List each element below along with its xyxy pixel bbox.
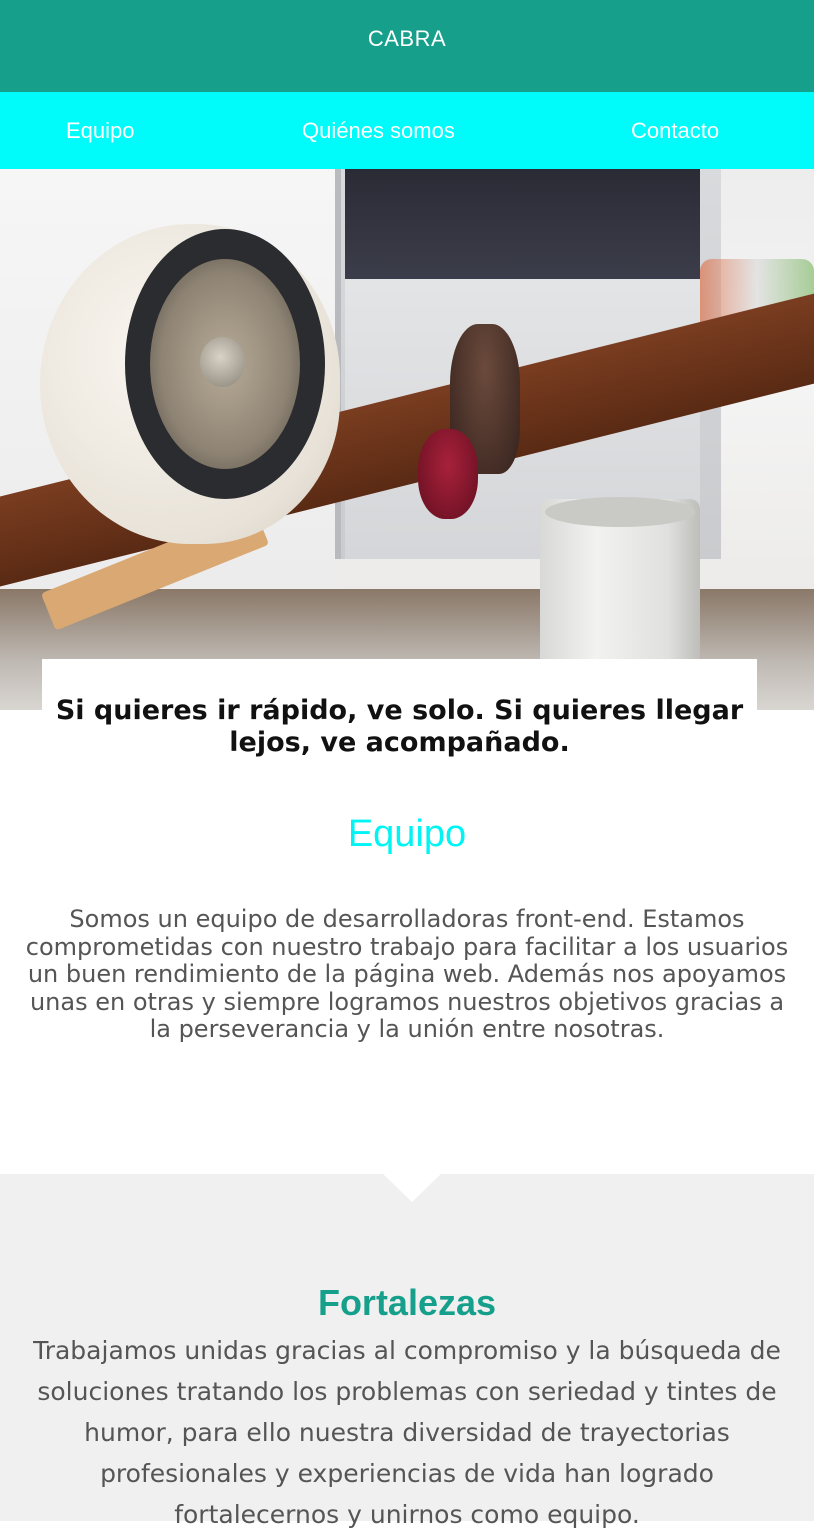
hero-monitor-screen [345, 169, 700, 279]
nav-link-quienes-somos[interactable]: Quiénes somos [302, 92, 455, 169]
hero-mug-rim [545, 497, 695, 527]
equipo-description: Somos un equipo de desarrolladoras front… [25, 905, 789, 1043]
fortalezas-heading: Fortalezas [317, 1282, 497, 1323]
main-nav: Equipo Quiénes somos Contacto [0, 92, 814, 169]
hero-image [0, 169, 814, 710]
nav-link-contacto[interactable]: Contacto [631, 92, 719, 169]
section-notch [383, 1174, 441, 1202]
equipo-heading: Equipo [347, 813, 467, 855]
fortalezas-description: Trabajamos unidas gracias al compromiso … [33, 1336, 781, 1529]
nav-link-equipo[interactable]: Equipo [66, 92, 135, 169]
hero-quote: Si quieres ir rápido, ve solo. Si quiere… [55, 695, 744, 758]
hero-figurine-small [418, 429, 478, 519]
brand-logo[interactable]: CABRA [0, 0, 814, 78]
hero-speaker-cap [200, 337, 245, 387]
top-header: CABRA [0, 0, 814, 92]
